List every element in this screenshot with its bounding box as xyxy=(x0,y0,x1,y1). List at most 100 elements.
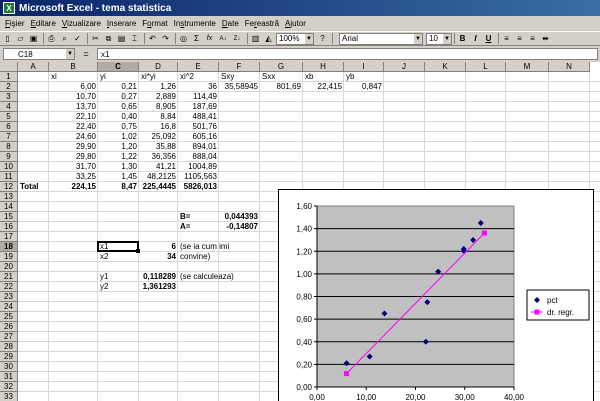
hyperlink-icon[interactable]: ◎ xyxy=(178,33,189,44)
cell-e3[interactable]: 114,49 xyxy=(178,92,219,102)
paste-icon[interactable]: ▤ xyxy=(116,33,127,44)
select-all-corner[interactable] xyxy=(0,62,18,72)
cell-c21[interactable]: y1 xyxy=(98,272,110,282)
menu-item-8[interactable]: Ajutor xyxy=(282,19,309,28)
cell-b12[interactable]: 224,15 xyxy=(49,182,98,192)
cell-d1[interactable]: xi*yi xyxy=(139,72,158,82)
cell-c7[interactable]: 1,02 xyxy=(98,132,139,142)
cell-b9[interactable]: 29,80 xyxy=(49,152,98,162)
row-header-6[interactable]: 6 xyxy=(0,122,18,132)
column-header-h[interactable]: H xyxy=(303,62,344,72)
cell-f16[interactable]: -0,14807 xyxy=(219,222,260,232)
column-header-k[interactable]: K xyxy=(425,62,466,72)
cell-c9[interactable]: 1,22 xyxy=(98,152,139,162)
save-icon[interactable]: ▣ xyxy=(28,33,39,44)
column-header-l[interactable]: L xyxy=(466,62,506,72)
cell-b6[interactable]: 22,40 xyxy=(49,122,98,132)
cell-b7[interactable]: 24,60 xyxy=(49,132,98,142)
row-header-33[interactable]: 33 xyxy=(0,392,18,401)
cell-e12[interactable]: 5826,013 xyxy=(178,182,219,192)
cell-c12[interactable]: 8,47 xyxy=(98,182,139,192)
row-header-11[interactable]: 11 xyxy=(0,172,18,182)
cell-d2[interactable]: 1,26 xyxy=(139,82,178,92)
cell-i2[interactable]: 0,847 xyxy=(344,82,384,92)
row-header-26[interactable]: 26 xyxy=(0,322,18,332)
copy-icon[interactable]: ⧉ xyxy=(103,33,114,44)
row-header-18[interactable]: 18 xyxy=(0,242,18,252)
cell-c6[interactable]: 0,75 xyxy=(98,122,139,132)
cell-c22[interactable]: y2 xyxy=(98,282,110,292)
row-header-7[interactable]: 7 xyxy=(0,132,18,142)
cell-e18[interactable]: (se ia cum imi xyxy=(178,242,231,252)
cell-e19[interactable]: convine) xyxy=(178,252,212,262)
cell-d10[interactable]: 41,21 xyxy=(139,162,178,172)
menu-item-3[interactable]: Inserare xyxy=(104,19,139,28)
cell-f2[interactable]: 35,58945 xyxy=(219,82,260,92)
zoom-select[interactable]: 100% ▼ xyxy=(276,32,314,45)
row-header-31[interactable]: 31 xyxy=(0,372,18,382)
underline-button[interactable]: U xyxy=(483,33,494,44)
fill-handle[interactable] xyxy=(136,249,140,253)
help-icon[interactable]: ? xyxy=(317,33,328,44)
row-header-12[interactable]: 12 xyxy=(0,182,18,192)
cell-c3[interactable]: 0,27 xyxy=(98,92,139,102)
cell-h2[interactable]: 22,415 xyxy=(303,82,344,92)
scatter-chart[interactable]: 0,00 0,20 0,40 0,60 0,80 1,00 1,20 1,40 1,60 0,00… xyxy=(278,189,594,401)
row-header-20[interactable]: 20 xyxy=(0,262,18,272)
cell-d12[interactable]: 225,4445 xyxy=(139,182,178,192)
row-header-14[interactable]: 14 xyxy=(0,202,18,212)
column-header-j[interactable]: J xyxy=(384,62,425,72)
drawing-icon[interactable]: ◭ xyxy=(263,33,274,44)
column-header-m[interactable]: M xyxy=(506,62,549,72)
row-header-32[interactable]: 32 xyxy=(0,382,18,392)
row-header-25[interactable]: 25 xyxy=(0,312,18,322)
cell-c4[interactable]: 0,65 xyxy=(98,102,139,112)
cell-d7[interactable]: 25,092 xyxy=(139,132,178,142)
cell-d9[interactable]: 36,356 xyxy=(139,152,178,162)
cell-b11[interactable]: 33,25 xyxy=(49,172,98,182)
cell-f1[interactable]: Sxy xyxy=(219,72,236,82)
new-document-icon[interactable]: ▯ xyxy=(2,33,13,44)
cell-a12[interactable]: Total xyxy=(18,182,41,192)
column-header-c[interactable]: C xyxy=(98,62,139,72)
cell-d22[interactable]: 1,361293 xyxy=(139,282,178,292)
menu-item-6[interactable]: Date xyxy=(219,19,242,28)
cut-icon[interactable]: ✂ xyxy=(90,33,101,44)
cell-e7[interactable]: 605,16 xyxy=(178,132,219,142)
bold-button[interactable]: B xyxy=(457,33,468,44)
cell-d4[interactable]: 8,905 xyxy=(139,102,178,112)
menu-item-1[interactable]: Editare xyxy=(28,19,59,28)
menu-item-2[interactable]: Vizualizare xyxy=(59,19,104,28)
column-header-d[interactable]: D xyxy=(139,62,178,72)
cell-c5[interactable]: 0,40 xyxy=(98,112,139,122)
cell-d5[interactable]: 8,84 xyxy=(139,112,178,122)
font-name-select[interactable]: Arial ▼ xyxy=(339,32,423,45)
cell-b2[interactable]: 6,00 xyxy=(49,82,98,92)
row-header-21[interactable]: 21 xyxy=(0,272,18,282)
spelling-icon[interactable]: ✓ xyxy=(72,33,83,44)
cell-c1[interactable]: yi xyxy=(98,72,108,82)
font-size-select[interactable]: 10 ▼ xyxy=(426,32,452,45)
row-header-16[interactable]: 16 xyxy=(0,222,18,232)
cell-d8[interactable]: 35,88 xyxy=(139,142,178,152)
print-icon[interactable]: ⎙ xyxy=(46,33,57,44)
cell-d6[interactable]: 16,8 xyxy=(139,122,178,132)
column-header-n[interactable]: N xyxy=(549,62,590,72)
merge-center-icon[interactable]: ⬌ xyxy=(540,33,551,44)
row-header-2[interactable]: 2 xyxy=(0,82,18,92)
cell-e21[interactable]: (se calculeaza) xyxy=(178,272,236,282)
formula-equals-icon[interactable]: = xyxy=(75,49,97,59)
row-header-10[interactable]: 10 xyxy=(0,162,18,172)
worksheet-grid[interactable]: A B C D E F G H I J K L M N 1 2 3 4 5 6 7 8 9 10 11 12 13 14 15 16 17 1… xyxy=(0,62,600,401)
row-header-24[interactable]: 24 xyxy=(0,302,18,312)
row-header-9[interactable]: 9 xyxy=(0,152,18,162)
sort-ascending-button[interactable]: A↓ xyxy=(217,33,229,44)
undo-icon[interactable]: ↶ xyxy=(147,33,158,44)
align-left-icon[interactable]: ≡ xyxy=(501,33,512,44)
column-header-g[interactable]: G xyxy=(260,62,303,72)
menu-item-4[interactable]: Format xyxy=(139,19,170,28)
cell-e9[interactable]: 888,04 xyxy=(178,152,219,162)
cell-b3[interactable]: 10,70 xyxy=(49,92,98,102)
open-folder-icon[interactable]: ▱ xyxy=(15,33,26,44)
column-header-b[interactable]: B xyxy=(49,62,98,72)
